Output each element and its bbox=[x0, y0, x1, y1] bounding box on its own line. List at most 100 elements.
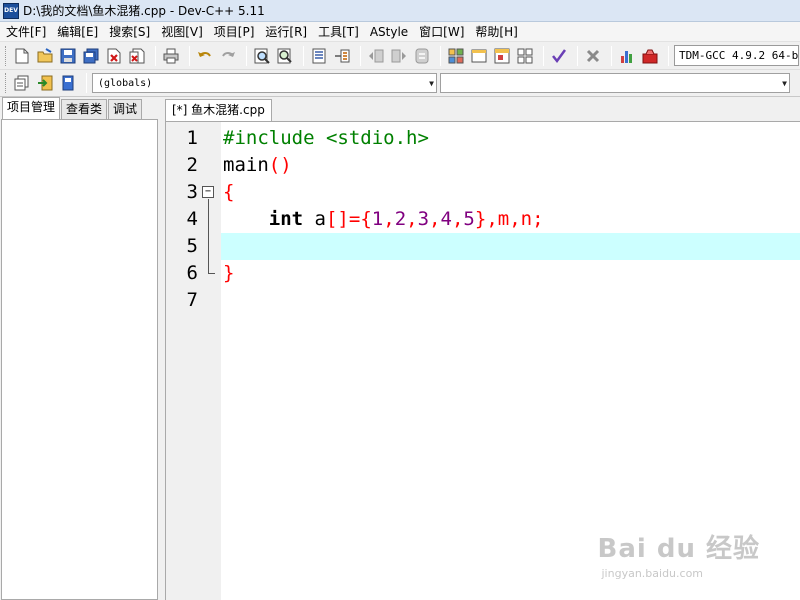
code-line-4: int a[]={1,2,3,4,5},m,n; bbox=[221, 206, 800, 233]
fold-end-marker bbox=[208, 273, 215, 274]
menu-bar: 文件[F] 编辑[E] 搜索[S] 视图[V] 项目[P] 运行[R] 工具[T… bbox=[0, 22, 800, 42]
toggle-bookmark-icon[interactable] bbox=[332, 46, 352, 66]
toolbar-separator bbox=[440, 45, 441, 66]
watermark-logo: Bai du 经验 bbox=[597, 534, 760, 564]
menu-tools[interactable]: 工具[T] bbox=[314, 23, 363, 40]
editor-tab-bar: [*] 鱼木混猪.cpp bbox=[165, 97, 800, 121]
menu-window[interactable]: 窗口[W] bbox=[415, 23, 468, 40]
line-number: 2 bbox=[186, 154, 198, 176]
class-toolbar: (globals) ▼ ▼ bbox=[0, 70, 800, 97]
number-literal: 3 bbox=[417, 208, 430, 230]
unindent-icon[interactable] bbox=[389, 46, 409, 66]
menu-project[interactable]: 项目[P] bbox=[210, 23, 259, 40]
window-icon[interactable] bbox=[469, 46, 489, 66]
window-title: D:\我的文档\鱼木混猪.cpp - Dev-C++ 5.11 bbox=[23, 4, 265, 18]
main-toolbar: TDM-GCC 4.9.2 64-bit Release bbox=[0, 42, 800, 70]
save-icon[interactable] bbox=[58, 46, 78, 66]
menu-search[interactable]: 搜索[S] bbox=[105, 23, 154, 40]
menu-file[interactable]: 文件[F] bbox=[2, 23, 50, 40]
menu-edit[interactable]: 编辑[E] bbox=[53, 23, 102, 40]
close-brace: } bbox=[223, 262, 235, 284]
toolbar-grip[interactable] bbox=[5, 45, 8, 66]
indent-icon[interactable] bbox=[366, 46, 386, 66]
editor-tab-current-file[interactable]: [*] 鱼木混猪.cpp bbox=[165, 99, 272, 121]
menu-help[interactable]: 帮助[H] bbox=[471, 23, 521, 40]
number-literal: 2 bbox=[394, 208, 407, 230]
line-number: 7 bbox=[186, 289, 198, 311]
init-open-brace: { bbox=[360, 208, 372, 230]
line-number: 3 bbox=[186, 181, 198, 203]
title-bar: DEV D:\我的文档\鱼木混猪.cpp - Dev-C++ 5.11 bbox=[0, 0, 800, 22]
baidu-jingyan-watermark: Bai du 经验 jingyan.baidu.com bbox=[598, 528, 761, 580]
preprocessor-directive: #include <stdio.h> bbox=[223, 127, 429, 149]
save-all-icon[interactable] bbox=[81, 46, 101, 66]
debug-icon[interactable] bbox=[640, 46, 660, 66]
cascade-icon[interactable] bbox=[492, 46, 512, 66]
print-icon[interactable] bbox=[161, 46, 181, 66]
devcpp-app-icon[interactable]: DEV bbox=[3, 2, 19, 19]
toolbar-separator bbox=[155, 45, 156, 66]
comma: , bbox=[383, 208, 395, 230]
tab-class-browser[interactable]: 查看类 bbox=[61, 99, 108, 119]
code-line-5-current bbox=[221, 233, 800, 260]
undo-icon[interactable] bbox=[195, 46, 215, 66]
line-number: 6 bbox=[186, 262, 198, 284]
stop-execution-icon[interactable] bbox=[583, 46, 603, 66]
line-number: 1 bbox=[186, 127, 198, 149]
comma: , bbox=[429, 208, 441, 230]
identifier: a bbox=[303, 208, 326, 230]
chevron-down-icon[interactable]: ▼ bbox=[782, 79, 787, 88]
line-number: 4 bbox=[186, 208, 198, 230]
project-options-icon[interactable] bbox=[58, 73, 78, 93]
layout-grid-icon[interactable] bbox=[515, 46, 535, 66]
replace-icon[interactable] bbox=[275, 46, 295, 66]
toolbar-separator bbox=[543, 45, 544, 66]
fold-collapse-icon[interactable]: − bbox=[202, 186, 214, 198]
menu-run[interactable]: 运行[R] bbox=[261, 23, 311, 40]
close-file-icon[interactable] bbox=[104, 46, 124, 66]
add-to-project-icon[interactable] bbox=[35, 73, 55, 93]
menu-astyle[interactable]: AStyle bbox=[366, 25, 412, 39]
code-editor[interactable]: 1 2 3 4 5 6 7 − #include <stdio.h> main(… bbox=[165, 121, 800, 600]
open-file-icon[interactable] bbox=[35, 46, 55, 66]
check-syntax-icon[interactable] bbox=[549, 46, 569, 66]
tab-debug[interactable]: 调试 bbox=[108, 99, 143, 119]
code-line-6: } bbox=[221, 260, 800, 287]
redo-icon[interactable] bbox=[218, 46, 238, 66]
number-literal: 1 bbox=[371, 208, 384, 230]
menu-view[interactable]: 视图[V] bbox=[157, 23, 207, 40]
toolbar-separator bbox=[668, 45, 669, 66]
watermark-url: jingyan.baidu.com bbox=[601, 567, 704, 580]
comment-icon[interactable] bbox=[412, 46, 432, 66]
member-combo[interactable]: ▼ bbox=[440, 73, 790, 93]
close-all-icon[interactable] bbox=[127, 46, 147, 66]
scope-combo-value: (globals) bbox=[98, 77, 153, 89]
toolbar-separator bbox=[246, 45, 247, 66]
find-icon[interactable] bbox=[252, 46, 272, 66]
compiler-select[interactable]: TDM-GCC 4.9.2 64-bit Release bbox=[674, 45, 799, 66]
tile-icon[interactable] bbox=[446, 46, 466, 66]
scope-combo[interactable]: (globals) ▼ bbox=[92, 73, 437, 93]
chevron-down-icon[interactable]: ▼ bbox=[429, 79, 434, 88]
open-brace: { bbox=[223, 181, 235, 203]
project-panel: 项目管理 查看类 调试 bbox=[0, 97, 160, 600]
project-panel-tabs: 项目管理 查看类 调试 bbox=[2, 97, 143, 119]
goto-line-icon[interactable] bbox=[309, 46, 329, 66]
keyword-int: int bbox=[268, 208, 304, 230]
parentheses: () bbox=[268, 154, 292, 176]
toolbar-grip[interactable] bbox=[5, 73, 8, 93]
line-number-gutter: 1 2 3 4 5 6 7 − bbox=[166, 122, 221, 600]
code-line-3: { bbox=[221, 179, 800, 206]
project-tree[interactable] bbox=[1, 119, 158, 600]
fold-guide-line bbox=[208, 199, 209, 274]
tab-project-manager[interactable]: 项目管理 bbox=[2, 97, 61, 119]
toolbar-separator bbox=[577, 45, 578, 66]
new-file-icon[interactable] bbox=[12, 46, 32, 66]
init-close-brace: } bbox=[474, 208, 487, 230]
profile-chart-icon[interactable] bbox=[617, 46, 637, 66]
code-line-2: main() bbox=[221, 152, 800, 179]
new-project-icon[interactable] bbox=[12, 73, 32, 93]
declaration-rest: ,m,n; bbox=[486, 208, 544, 230]
